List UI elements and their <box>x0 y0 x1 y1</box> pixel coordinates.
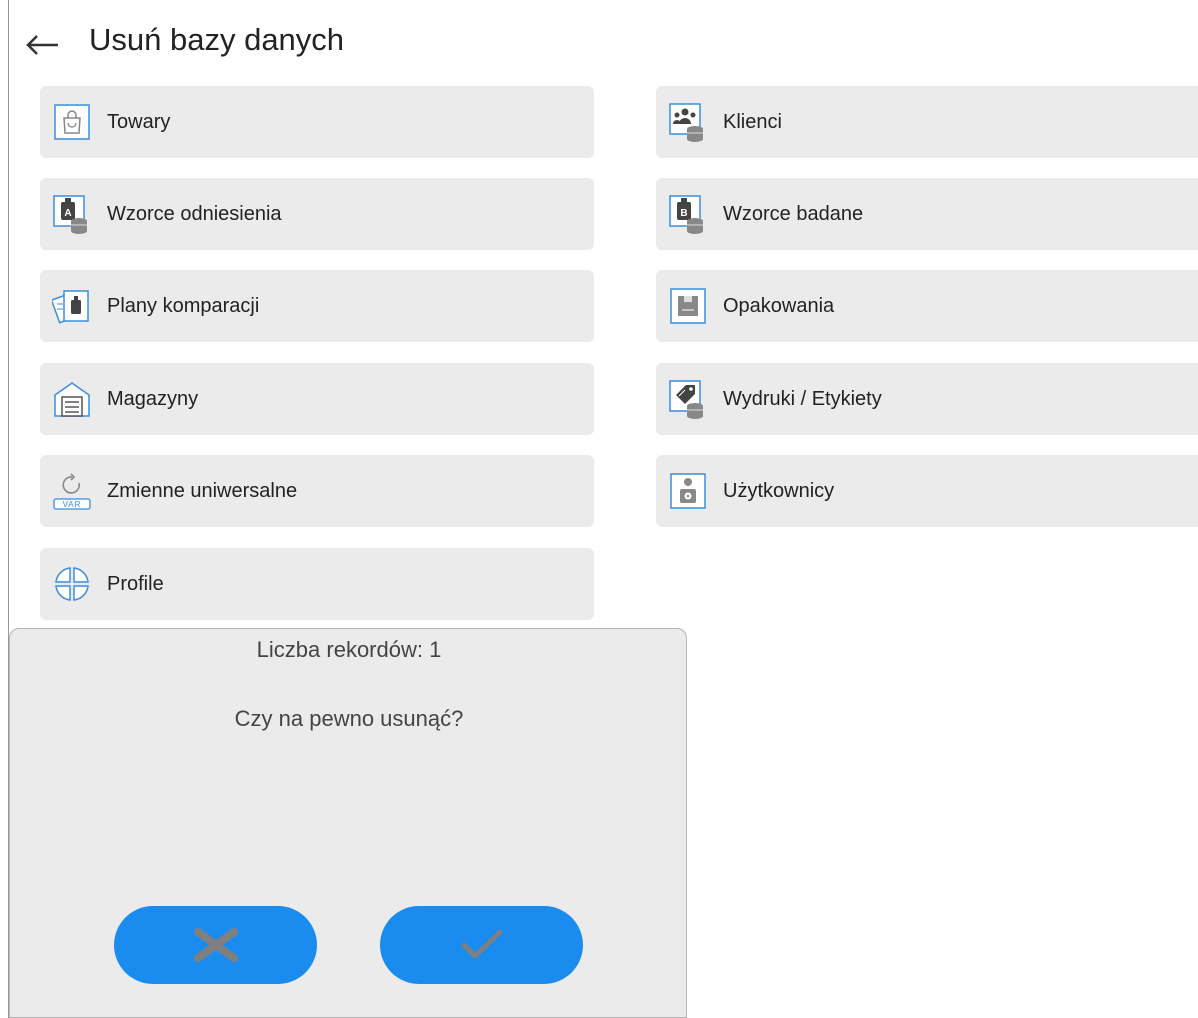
record-count-text: Liczba rekordów: 1 <box>256 637 442 662</box>
confirm-button[interactable] <box>380 906 583 984</box>
users-icon <box>668 471 708 511</box>
tile-profile[interactable]: Profile <box>40 548 594 620</box>
svg-text:B: B <box>680 208 687 219</box>
tile-label: Magazyny <box>107 387 199 410</box>
reference-weight-database-icon: A <box>52 194 92 234</box>
arrow-left-icon <box>26 35 58 55</box>
tile-label: Opakowania <box>723 294 835 317</box>
back-button[interactable] <box>22 30 62 60</box>
svg-text:A: A <box>64 208 71 219</box>
warehouse-icon <box>52 379 92 419</box>
tested-weight-database-icon: B <box>668 194 708 234</box>
customers-database-icon <box>668 102 708 142</box>
tile-label: Towary <box>107 110 171 133</box>
close-icon <box>193 928 238 962</box>
tile-label: Wydruki / Etykiety <box>723 387 882 410</box>
shopping-bag-icon <box>52 102 92 142</box>
printout-label-database-icon <box>668 379 708 419</box>
page-header: Usuń bazy danych <box>0 0 1198 84</box>
packaging-icon <box>668 286 708 326</box>
tile-label: Klienci <box>723 110 782 133</box>
tile-plany-komparacji[interactable]: Plany komparacji <box>40 270 594 342</box>
tile-label: Profile <box>107 572 164 595</box>
tile-zmienne-uniwersalne[interactable]: VAR Zmienne uniwersalne <box>40 455 594 527</box>
tile-label: Wzorce odniesienia <box>107 202 282 225</box>
tile-wydruki-etykiety[interactable]: Wydruki / Etykiety <box>656 363 1198 435</box>
tile-opakowania[interactable]: Opakowania <box>656 270 1198 342</box>
page-title: Usuń bazy danych <box>89 22 345 57</box>
comparison-plan-icon <box>50 286 92 326</box>
tile-wzorce-badane[interactable]: B Wzorce badane <box>656 178 1198 250</box>
tile-towary[interactable]: Towary <box>40 86 594 158</box>
cancel-button[interactable] <box>114 906 317 984</box>
tile-label: Plany komparacji <box>107 294 260 317</box>
tile-label: Wzorce badane <box>723 202 864 225</box>
tile-wzorce-odniesienia[interactable]: A Wzorce odniesienia <box>40 178 594 250</box>
tile-uzytkownicy[interactable]: Użytkownicy <box>656 455 1198 527</box>
tile-label: Zmienne uniwersalne <box>107 479 298 502</box>
check-icon <box>461 929 502 959</box>
tile-magazyny[interactable]: Magazyny <box>40 363 594 435</box>
confirm-question-text: Czy na pewno usunąć? <box>234 706 464 731</box>
universal-variable-icon: VAR <box>52 471 92 511</box>
tile-klienci[interactable]: Klienci <box>656 86 1198 158</box>
tile-label: Użytkownicy <box>723 479 835 502</box>
confirm-delete-dialog: Liczba rekordów: 1 Czy na pewno usunąć? <box>9 628 687 1018</box>
svg-text:VAR: VAR <box>63 500 82 509</box>
profile-icon <box>52 564 92 604</box>
